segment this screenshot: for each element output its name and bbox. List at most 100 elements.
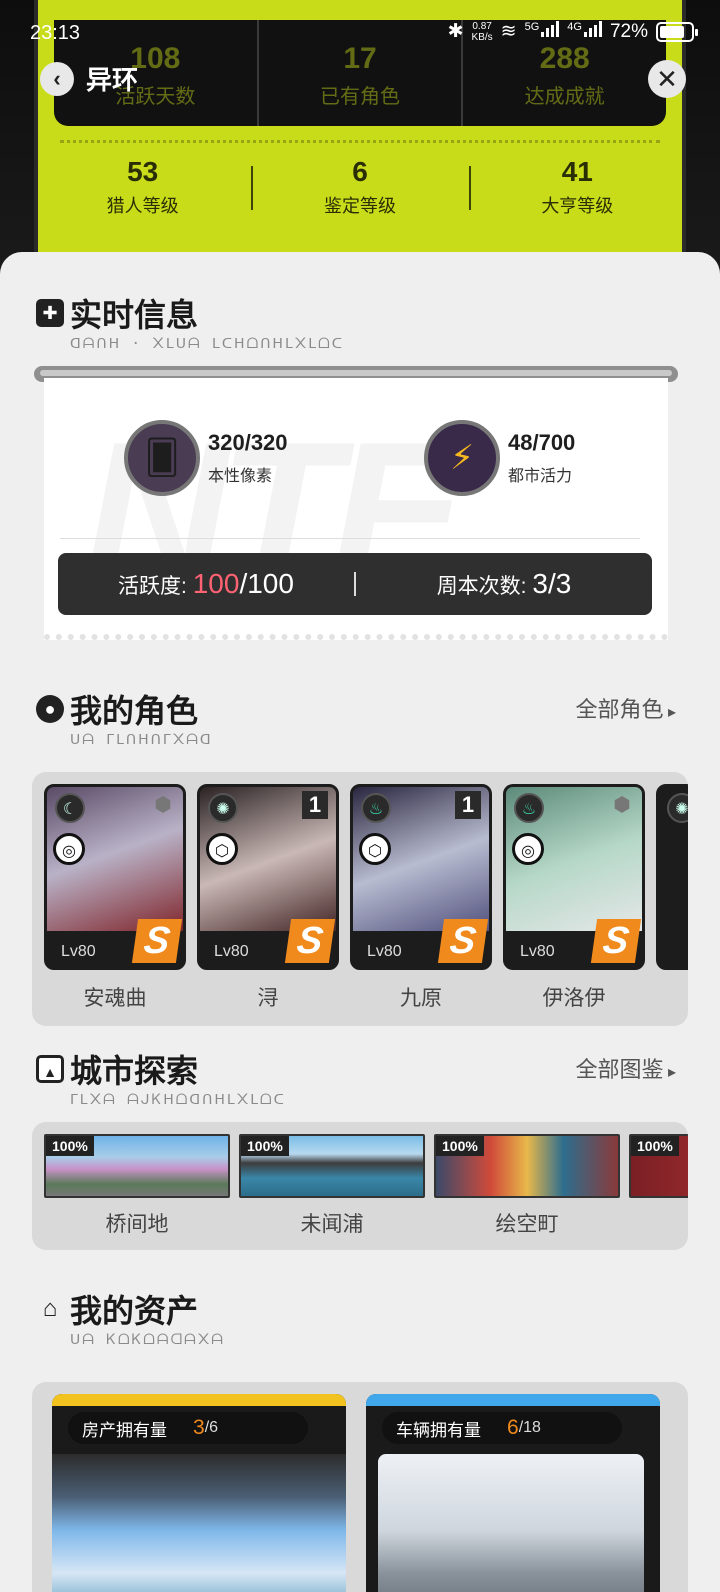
divider — [60, 140, 660, 143]
weekly-label: 周本次数: — [436, 575, 527, 598]
city-card-partial[interactable]: 100% — [629, 1134, 688, 1198]
vehicle-label: 车辆拥有量 — [396, 1420, 481, 1440]
signal-4g-icon: 4G — [567, 20, 602, 43]
activity-label: 活跃度: — [118, 575, 187, 598]
back-button[interactable]: ‹ — [40, 62, 74, 96]
bluetooth-icon: ✱ — [447, 21, 464, 42]
gear-slot-icon: ⬢ — [613, 794, 631, 816]
element-moon-icon: ☾ — [55, 793, 85, 823]
character-list[interactable]: ☾ ◎ ⬢ Lv80 S 安魂曲 ✺ ⬡ 1 Lv80 S 浔 ♨ ⬡ 1 Lv… — [32, 772, 688, 1026]
vehicle-count: 6 — [507, 1416, 519, 1439]
characters-section-header: ● 我的角色 — [36, 686, 198, 732]
resource-label: 本性像素 — [208, 468, 273, 485]
character-card[interactable]: ♨ ◎ ⬢ Lv80 S 伊洛伊 — [503, 784, 645, 1012]
city-card[interactable]: 100% 桥间地 — [44, 1134, 230, 1238]
s-rank-badge: S — [437, 919, 489, 963]
section-title: 我的资产 — [70, 1293, 199, 1329]
character-card[interactable]: ✺ ⬡ 1 Lv80 S 浔 — [197, 784, 339, 1012]
stat-label: 已有角色 — [320, 86, 400, 108]
property-count-pill: 房产拥有量 3/6 — [68, 1412, 308, 1444]
type-swirl-icon: ◎ — [53, 833, 85, 865]
element-sun-icon: ✺ — [208, 793, 238, 823]
city-card[interactable]: 100% 未闻浦 — [239, 1134, 425, 1238]
character-level: Lv80 — [61, 943, 96, 960]
city-thumbnail: 100% — [239, 1134, 425, 1198]
completion-percent: 100% — [46, 1136, 94, 1156]
property-total: /6 — [204, 1419, 219, 1436]
section-subtitle: ᒥᒪ᙭ᗩ ᗩᒍᏦᕼᗝᗡᑎᕼᒪ᙭ᒪᗝᑕ — [70, 1092, 286, 1108]
level-row: 53 猎人等级 6 鉴定等级 41 大亨等级 — [34, 150, 686, 230]
element-flame-icon: ♨ — [514, 793, 544, 823]
level-label: 大亨等级 — [541, 196, 614, 216]
activity-score: 活跃度: 100/100 — [58, 568, 354, 600]
activity-bar: 活跃度: 100/100 周本次数: 3/3 — [58, 553, 652, 615]
card-stripe — [52, 1394, 346, 1406]
awakening-rank: 1 — [455, 791, 481, 819]
character-level: Lv80 — [520, 943, 555, 960]
character-card-partial[interactable]: ✺ — [656, 784, 688, 970]
vehicle-total: /18 — [518, 1419, 541, 1436]
status-bar: 23:13 ✱ 0.87 KB/s ≋ 5G 4G 72% — [0, 0, 720, 62]
appraisal-level: 6 鉴定等级 — [251, 150, 468, 230]
completion-percent: 100% — [241, 1136, 289, 1156]
level-label: 猎人等级 — [106, 196, 179, 216]
character-portrait: ♨ ◎ ⬢ Lv80 S — [503, 784, 645, 970]
element-flame-icon: ♨ — [361, 793, 391, 823]
divider — [60, 538, 640, 539]
weekly-value: 3/3 — [532, 568, 572, 599]
close-button[interactable]: ✕ — [648, 60, 686, 98]
city-thumbnail: 100% — [434, 1134, 620, 1198]
character-card[interactable]: ☾ ◎ ⬢ Lv80 S 安魂曲 — [44, 784, 186, 1012]
completion-percent: 100% — [436, 1136, 484, 1156]
s-rank-badge: S — [590, 919, 642, 963]
city-thumbnail: 100% — [629, 1134, 688, 1198]
city-list[interactable]: 100% 桥间地 100% 未闻浦 100% 绘空町 100% — [32, 1122, 688, 1250]
city-card[interactable]: 100% 绘空町 — [434, 1134, 620, 1238]
stat-label: 活跃天数 — [115, 86, 196, 108]
section-title: 城市探索 — [70, 1053, 199, 1089]
awakening-rank: 1 — [302, 791, 328, 819]
pixel-card-icon: 🂠 — [124, 420, 200, 496]
resource-city-vitality: ⚡ 48/700 都市活力 — [424, 420, 575, 496]
signal-5g-icon: 5G — [525, 20, 560, 43]
s-rank-badge: S — [131, 919, 183, 963]
level-label: 鉴定等级 — [323, 196, 396, 216]
level-value: 41 — [561, 156, 593, 187]
weekly-boss-count: 周本次数: 3/3 — [356, 568, 652, 600]
battery-icon — [656, 21, 698, 42]
status-time: 23:13 — [30, 22, 81, 44]
all-codex-link[interactable]: 全部图鉴 — [576, 1052, 677, 1084]
character-name: 九原 — [400, 987, 442, 1010]
vehicle-image — [378, 1454, 644, 1592]
level-value: 53 — [127, 156, 159, 187]
character-name: 浔 — [257, 987, 279, 1010]
resource-value: 320/320 — [208, 430, 288, 455]
activity-value: 100 — [192, 568, 240, 599]
user-circle-icon: ● — [36, 695, 64, 723]
all-characters-link[interactable]: 全部角色 — [576, 692, 677, 724]
city-section-header: ▲ 城市探索 — [36, 1046, 198, 1092]
realtime-info-card: NTE 🂠 320/320 本性像素 ⚡ 48/700 都市活力 活跃度: 10… — [44, 378, 668, 640]
asset-list[interactable]: 房产拥有量 3/6 车辆拥有量 6/18 — [32, 1382, 688, 1592]
gear-slot-icon: ⬢ — [154, 794, 172, 816]
section-title: 我的角色 — [70, 693, 199, 729]
wifi-icon: ≋ — [500, 21, 517, 42]
lightning-orb-icon: ⚡ — [424, 420, 500, 496]
vehicle-card[interactable]: 车辆拥有量 6/18 — [366, 1394, 660, 1592]
assets-section-header: ⌂ 我的资产 — [36, 1286, 198, 1332]
level-value: 6 — [352, 156, 368, 187]
realtime-section-header: ✚ 实时信息 — [36, 290, 198, 336]
tycoon-level: 41 大亨等级 — [468, 150, 686, 230]
property-card[interactable]: 房产拥有量 3/6 — [52, 1394, 346, 1592]
character-name: 安魂曲 — [83, 987, 147, 1010]
house-user-icon: ⌂ — [42, 1295, 58, 1322]
city-name: 绘空町 — [495, 1213, 559, 1236]
property-label: 房产拥有量 — [82, 1420, 167, 1440]
resource-pixels: 🂠 320/320 本性像素 — [124, 420, 288, 496]
section-subtitle: ᑌᗩ ᒥᒪᑎᕼᑎᒥ᙭ᗩᗡ — [70, 732, 213, 748]
type-cube-icon: ⬡ — [359, 833, 391, 865]
vehicle-count-pill: 车辆拥有量 6/18 — [382, 1412, 622, 1444]
stat-label: 达成成就 — [524, 86, 605, 108]
character-card[interactable]: ♨ ⬡ 1 Lv80 S 九原 — [350, 784, 492, 1012]
image-icon: ▲ — [36, 1055, 64, 1083]
